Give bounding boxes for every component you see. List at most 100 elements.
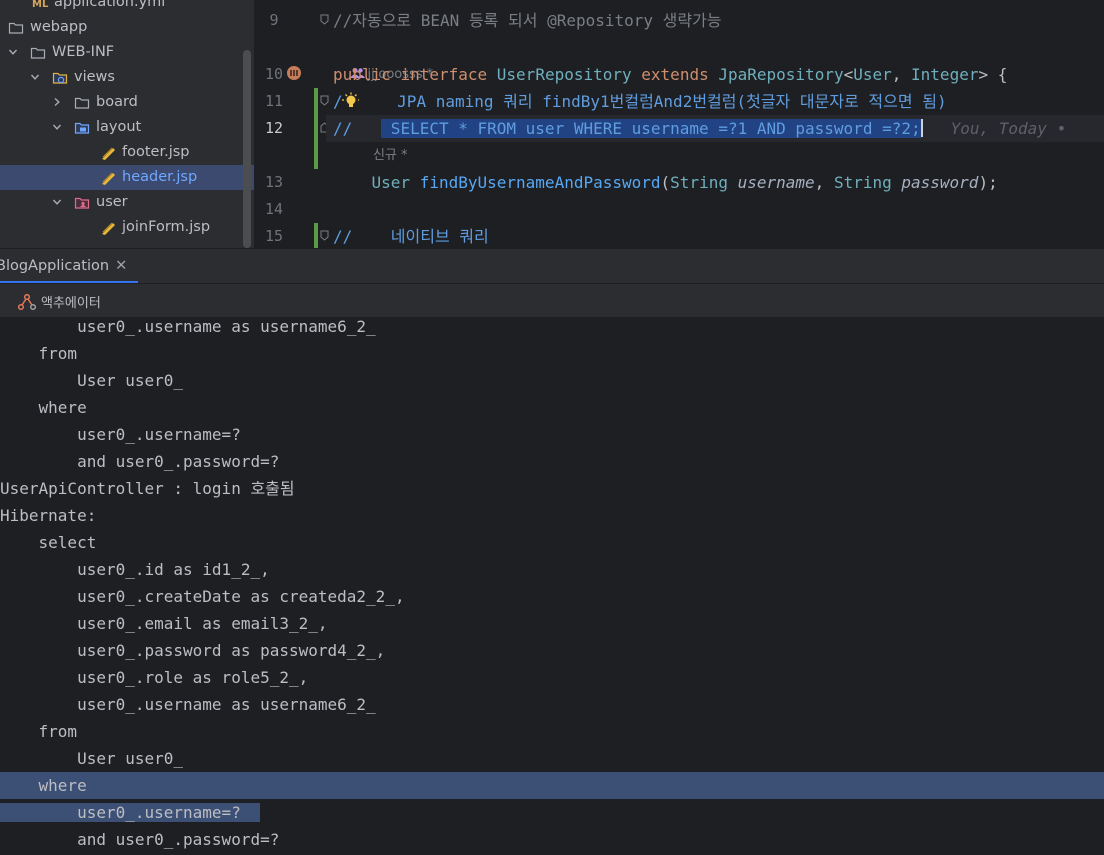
code-line-15[interactable]: // 네이티브 쿼리 [333,223,489,248]
editor-gutter: 9 10 11 12 13 14 15 [254,0,329,248]
selected-text: SELECT * FROM user WHERE username =?1 AN… [381,119,921,138]
punctuation: , [814,173,834,192]
user-folder-icon [74,195,90,211]
tree-item[interactable]: WEB-INF [0,40,254,65]
tree-item-label: header.jsp [122,169,198,185]
punctuation: ); [978,173,998,192]
tree-item-label: footer.jsp [122,144,190,160]
code-editor[interactable]: 9 10 11 12 13 14 15 //자동으로 BEAN 등록 되서 @R… [254,0,1104,248]
chevron-right-icon[interactable] [52,97,62,107]
new-inlay-hint[interactable]: 신규 * [373,142,408,169]
implemented-by-icon[interactable] [286,64,304,82]
console-line[interactable]: Hibernate: [0,502,1104,529]
console-line[interactable]: user0_.role as role5_2_, [0,664,1104,691]
code-line-9[interactable]: //자동으로 BEAN 등록 되서 @Repository 생략가능 [333,7,722,34]
project-tree[interactable]: ML application.yml webapp WEB-INF views board… [0,0,254,248]
comment-text: JPA naming 쿼리 findBy1번컬럼And2번컬럼(첫글자 대문자로… [358,92,947,111]
type-arg: User [853,65,892,84]
actuator-label: 액추에이터 [41,296,101,311]
tree-item-label: joinForm.jsp [122,219,211,235]
run-tab-blogapplication[interactable]: BlogApplication ✕ [0,249,138,283]
tree-item[interactable]: views [0,65,254,90]
console-line[interactable]: user0_.createDate as createda2_2_, [0,583,1104,610]
chevron-down-icon[interactable] [30,72,40,82]
actuator-tab[interactable]: 액추에이터 [17,292,101,311]
jsp-file-icon [100,170,116,186]
run-tab-bar: BlogApplication ✕ [0,248,1104,283]
param-type: String [833,173,892,192]
vcs-change-marker[interactable] [314,223,318,248]
code-line-11[interactable]: / JPA naming 쿼리 findBy1번컬럼And2번컬럼(첫글자 대문… [333,88,947,115]
code-line-12[interactable]: // SELECT * FROM user WHERE username =?1… [333,115,1066,142]
tree-item[interactable]: ML application.yml [0,0,254,15]
chevron-down-icon[interactable] [52,122,62,132]
console-line[interactable]: user0_.username=? [0,421,1104,448]
console-line[interactable]: select [0,529,1104,556]
console-line[interactable]: and user0_.password=? [0,448,1104,475]
folder-icon [74,95,90,111]
keyword: extends [641,65,709,84]
console-line[interactable]: user0_.password as password4_2_, [0,637,1104,664]
param-type: String [670,173,728,192]
folder-icon [30,45,46,61]
fold-icon[interactable] [320,230,329,241]
line-number-current: 12 [264,119,284,137]
tree-item[interactable]: board [0,90,254,115]
layout-folder-icon [74,120,90,136]
console-line[interactable]: user0_.email as email3_2_, [0,610,1104,637]
author-inlay-hint[interactable]: jjjooosss * [333,34,433,82]
console-line[interactable]: and user0_.password=? [0,826,1104,853]
console-line[interactable]: user0_.username as username6_2_ [0,691,1104,718]
close-icon[interactable]: ✕ [115,258,127,274]
tree-item[interactable]: header.jsp [0,165,254,190]
type-arg: Integer [911,65,979,84]
tree-item[interactable]: joinForm.jsp [0,215,254,240]
console-line[interactable]: user0_.username as username6_2_ [0,318,1104,340]
keyword: interface [400,65,488,84]
console-line[interactable]: User user0_ [0,367,1104,394]
fold-icon[interactable] [320,14,329,25]
method-name: findByUsernameAndPassword [419,173,661,192]
tree-item[interactable]: user [0,190,254,215]
git-blame-hint: You, Today • [950,119,1067,138]
tree-item[interactable]: webapp [0,15,254,40]
svg-text:ML: ML [32,0,49,10]
comment-prefix: // [333,119,382,138]
tree-scrollbar[interactable] [243,50,251,248]
punctuation: > { [978,65,1008,84]
console-output[interactable]: user0_.username as username6_2_ from Use… [0,318,1104,855]
lightbulb-icon[interactable] [341,91,360,109]
run-tab-label: BlogApplication [0,258,110,274]
code-line-13[interactable]: User findByUsernameAndPassword(String us… [333,169,998,196]
param-name: password [901,173,979,192]
yaml-file-icon: ML [32,0,49,11]
console-line[interactable]: User user0_ [0,745,1104,772]
tree-item[interactable]: footer.jsp [0,140,254,165]
console-line[interactable]: where [0,394,1104,421]
tree-item-label: layout [96,119,142,135]
param-name: username [737,173,815,192]
console-line[interactable]: user0_.username=? [0,799,1104,826]
tree-item-label: application.yml [54,0,166,10]
web-folder-icon [52,70,68,86]
chevron-down-icon[interactable] [8,47,18,57]
fold-icon[interactable] [320,95,329,106]
class-name: JpaRepository [718,65,844,84]
console-line[interactable]: user0_.id as id1_2_, [0,556,1104,583]
run-toolbar: 액추에이터 [0,283,1104,318]
jsp-file-icon [100,145,116,161]
tree-item[interactable]: layout [0,115,254,140]
vcs-change-marker[interactable] [314,88,318,169]
return-type: User [371,173,411,192]
folder-icon [8,20,24,36]
console-line[interactable]: UserApiController : login 호출됨 [0,475,1104,502]
console-line[interactable]: from [0,340,1104,367]
code-line-10[interactable]: public interface UserRepository extends … [333,61,1007,88]
console-line[interactable]: from [0,718,1104,745]
punctuation: ( [660,173,671,192]
tree-item-label: views [74,69,115,85]
line-number: 9 [269,11,279,29]
console-line[interactable]: where [0,772,1104,799]
tree-item-label: WEB-INF [52,44,115,60]
chevron-down-icon[interactable] [52,197,62,207]
